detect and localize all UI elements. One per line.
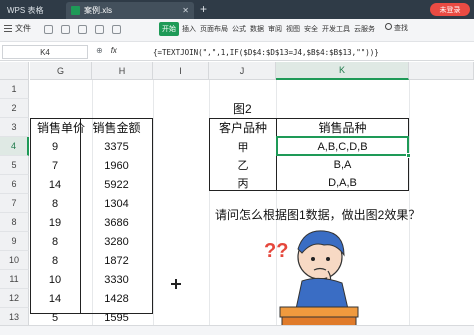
preview-icon[interactable] bbox=[78, 25, 87, 34]
row-header[interactable]: 12 bbox=[0, 289, 29, 308]
row-header[interactable]: 10 bbox=[0, 251, 29, 270]
ribbon-tab[interactable]: 云服务 bbox=[353, 22, 376, 36]
undo-icon[interactable] bbox=[95, 25, 104, 34]
unit-price-cell[interactable]: 9 bbox=[30, 137, 80, 156]
select-all-corner[interactable] bbox=[0, 62, 29, 80]
formula-bar-icons: ⊕ fx bbox=[96, 46, 117, 55]
unit-price-cell[interactable]: 7 bbox=[30, 156, 80, 175]
ribbon-tabs: 开始 插入 页面布局 公式 数据 审阅 视图 安全 开发工具 云服务 bbox=[159, 22, 376, 36]
row-header[interactable]: 3 bbox=[0, 118, 29, 137]
column-header-h[interactable]: H bbox=[92, 62, 153, 80]
unit-price-cell[interactable]: 8 bbox=[30, 194, 80, 213]
formula-input[interactable]: {=TEXTJOIN(",",1,IF($D$4:$D$13=J4,$B$4:$… bbox=[153, 45, 472, 59]
active-cell-k4[interactable] bbox=[276, 136, 411, 158]
ribbon-tab[interactable]: 开始 bbox=[159, 22, 179, 36]
sales-amount-cell[interactable]: 3375 bbox=[80, 137, 153, 156]
unit-price-cell[interactable]: 19 bbox=[30, 213, 80, 232]
sales-amount-cell[interactable]: 5922 bbox=[80, 175, 153, 194]
status-bar bbox=[0, 325, 474, 335]
sales-amount-cell[interactable]: 3280 bbox=[80, 232, 153, 251]
row-header[interactable]: 1 bbox=[0, 80, 29, 99]
row-header[interactable]: 8 bbox=[0, 213, 29, 232]
fill-handle[interactable] bbox=[406, 153, 411, 158]
toolbar-right: 查找 bbox=[385, 23, 408, 33]
unit-price-cell[interactable]: 10 bbox=[30, 270, 80, 289]
question-text[interactable]: 请问怎么根据图1数据，做出图2效果？ bbox=[215, 206, 420, 223]
print-icon[interactable] bbox=[61, 25, 70, 34]
unit-price-cell[interactable]: 14 bbox=[30, 289, 80, 308]
ribbon-tab[interactable]: 数据 bbox=[249, 22, 265, 36]
row-header[interactable]: 9 bbox=[0, 232, 29, 251]
file-menu-label: 文件 bbox=[15, 24, 31, 33]
menu-icon bbox=[4, 25, 12, 32]
search-icon bbox=[385, 23, 392, 30]
file-menu[interactable]: 文件 bbox=[4, 23, 31, 34]
new-tab-button[interactable]: + bbox=[200, 2, 207, 16]
wps-app-tab-label: WPS 表格 bbox=[7, 6, 44, 15]
search-label: 查找 bbox=[394, 25, 408, 32]
wps-app-tab[interactable]: WPS 表格 bbox=[2, 2, 62, 19]
zoom-icon[interactable]: ⊕ bbox=[96, 46, 103, 55]
ribbon-tab[interactable]: 页面布局 bbox=[199, 22, 229, 36]
product-type-cell[interactable]: D,A,B bbox=[276, 173, 409, 192]
redo-icon[interactable] bbox=[112, 25, 121, 34]
row-header[interactable]: 5 bbox=[0, 156, 29, 175]
ribbon-tab[interactable]: 公式 bbox=[231, 22, 247, 36]
customer-type-cell[interactable]: 乙 bbox=[210, 155, 276, 174]
row-header[interactable]: 7 bbox=[0, 194, 29, 213]
name-box[interactable]: K4 bbox=[2, 45, 88, 59]
sales-amount-cell[interactable]: 1428 bbox=[80, 289, 153, 308]
toolbar: 文件 开始 插入 页面布局 公式 数据 审阅 视图 安全 开发工具 云服务 查找 bbox=[0, 19, 474, 42]
spreadsheet-icon bbox=[71, 6, 80, 15]
column-header-j[interactable]: J bbox=[209, 62, 276, 80]
column-header-blank[interactable] bbox=[409, 62, 474, 80]
column-header-k[interactable]: K bbox=[276, 62, 409, 80]
ribbon-tab[interactable]: 安全 bbox=[303, 22, 319, 36]
row-header[interactable]: 6 bbox=[0, 175, 29, 194]
header-sales-amount[interactable]: 销售金额 bbox=[80, 118, 153, 137]
unit-price-cell[interactable]: 8 bbox=[30, 251, 80, 270]
right-eye bbox=[326, 257, 330, 261]
ribbon-tab[interactable]: 插入 bbox=[181, 22, 197, 36]
left-eye bbox=[311, 257, 315, 261]
desk-top bbox=[279, 306, 359, 318]
sales-amount-cell[interactable]: 1872 bbox=[80, 251, 153, 270]
document-tab[interactable]: 案例.xls ✕ bbox=[66, 2, 194, 19]
sales-amount-cell[interactable]: 1304 bbox=[80, 194, 153, 213]
thinking-person-illustration: ?? bbox=[264, 230, 359, 332]
customer-type-cell[interactable]: 丙 bbox=[210, 173, 276, 192]
row-header[interactable]: 11 bbox=[0, 270, 29, 289]
column-header-i[interactable]: I bbox=[153, 62, 209, 80]
search-button[interactable]: 查找 bbox=[385, 23, 408, 33]
sales-amount-cell[interactable]: 1960 bbox=[80, 156, 153, 175]
gridline bbox=[153, 80, 154, 335]
header-customer-type[interactable]: 客户品种 bbox=[210, 118, 276, 137]
body bbox=[295, 277, 349, 310]
question-marks: ?? bbox=[264, 240, 288, 262]
product-type-cell[interactable]: B,A bbox=[276, 155, 409, 174]
sales-amount-cell[interactable]: 3330 bbox=[80, 270, 153, 289]
cell-cursor-icon bbox=[171, 279, 181, 289]
row-header[interactable]: 2 bbox=[0, 99, 29, 118]
unit-price-cell[interactable]: 14 bbox=[30, 175, 80, 194]
ribbon-tab[interactable]: 视图 bbox=[285, 22, 301, 36]
formula-bar: K4 ⊕ fx {=TEXTJOIN(",",1,IF($D$4:$D$13=J… bbox=[0, 43, 474, 61]
close-tab-icon[interactable]: ✕ bbox=[182, 6, 189, 15]
figure-2-caption[interactable]: 图2 bbox=[233, 100, 252, 117]
login-button[interactable]: 未登录 bbox=[430, 3, 470, 16]
save-icon[interactable] bbox=[44, 25, 53, 34]
ribbon-tab[interactable]: 开发工具 bbox=[321, 22, 351, 36]
ribbon-tab[interactable]: 审阅 bbox=[267, 22, 283, 36]
column-header-g[interactable]: G bbox=[30, 62, 92, 80]
title-bar: WPS 表格 案例.xls ✕ + 未登录 bbox=[0, 0, 474, 19]
customer-type-cell[interactable]: 甲 bbox=[210, 137, 276, 156]
quick-access-icons bbox=[44, 25, 121, 34]
document-tab-label: 案例.xls bbox=[84, 6, 112, 15]
unit-price-cell[interactable]: 8 bbox=[30, 232, 80, 251]
header-product-type[interactable]: 销售品种 bbox=[276, 118, 409, 137]
sales-amount-cell[interactable]: 3686 bbox=[80, 213, 153, 232]
row-header[interactable]: 4 bbox=[0, 137, 29, 156]
fx-label[interactable]: fx bbox=[111, 46, 117, 55]
